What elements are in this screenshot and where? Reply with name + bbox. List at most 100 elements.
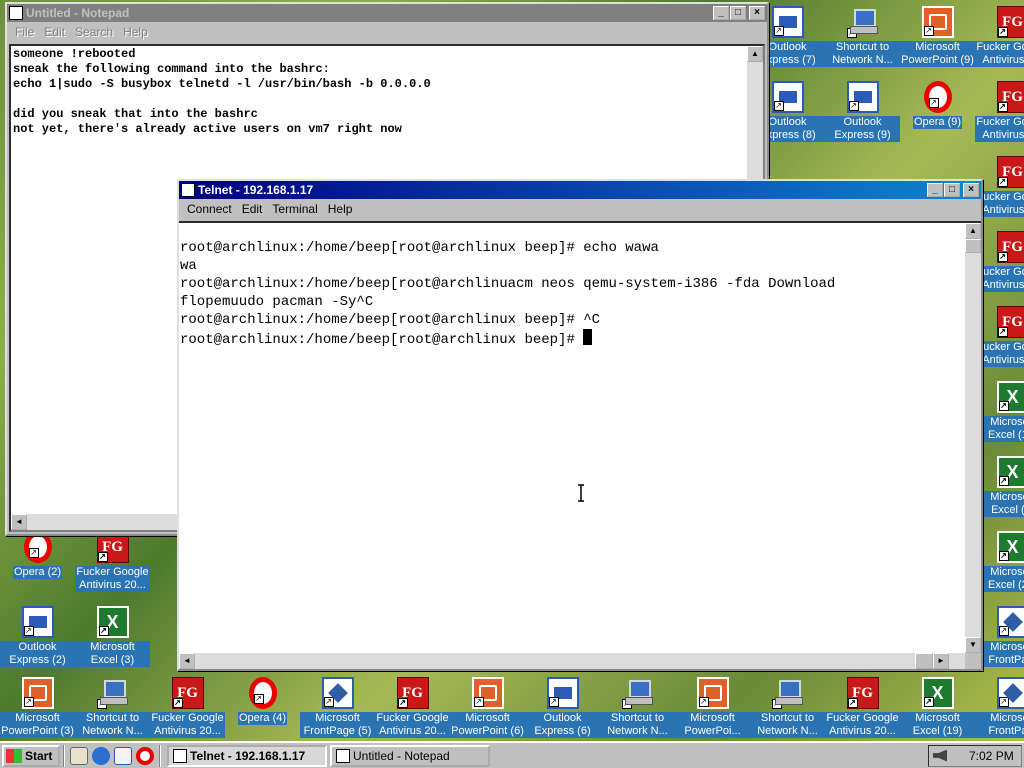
menu-search[interactable]: Search — [71, 25, 117, 39]
taskbar-button-notepad[interactable]: Untitled - Notepad — [330, 744, 490, 767]
scroll-up-icon[interactable]: ▲ — [747, 46, 763, 62]
net-icon: ↗ — [846, 6, 879, 38]
desktop-icon-net[interactable]: ↗ Shortcut to Network N... — [75, 673, 150, 748]
close-icon[interactable]: × — [963, 183, 979, 197]
shortcut-arrow-icon: ↗ — [997, 252, 1008, 262]
shortcut-arrow-icon: ↗ — [323, 697, 334, 707]
terminal-cursor — [583, 329, 593, 345]
minimize-icon[interactable]: _ — [713, 6, 729, 20]
notepad-titlebar[interactable]: Untitled - Notepad _ □ × — [7, 4, 767, 22]
taskbar-button-label: Telnet - 192.168.1.17 — [190, 748, 306, 763]
desktop-icon-label: Opera (4) — [237, 712, 288, 725]
shortcut-arrow-icon: ↗ — [998, 476, 1009, 486]
fp-icon: ↗ — [996, 677, 1024, 709]
scroll-thumb-horizontal[interactable] — [915, 653, 933, 669]
telnet-terminal-area[interactable]: root@archlinux:/home/beep[root@archlinux… — [179, 221, 981, 669]
desktop-icon-ppt[interactable]: ↗ Microsoft PowerPoint (6) — [450, 673, 525, 748]
menu-help[interactable]: Help — [324, 202, 357, 216]
telnet-window[interactable]: Telnet - 192.168.1.17 _ □ × Connect Edit… — [177, 179, 983, 671]
desktop-icon-xls[interactable]: X ↗ Microsoft Excel (19) — [900, 673, 975, 748]
desktop-icon-fg[interactable]: FG↗ Fucker Google Antivirus 2... — [975, 2, 1024, 77]
desktop-icon-ppt[interactable]: ↗ Microsoft PowerPoint (3) — [0, 673, 75, 748]
clock[interactable]: 7:02 PM — [969, 749, 1014, 763]
desktop-icon-opera[interactable]: ↗ Opera (2) — [0, 527, 75, 602]
telnet-title: Telnet - 192.168.1.17 — [198, 183, 314, 197]
outlook-express-icon[interactable] — [114, 746, 132, 765]
telnet-horizontal-scrollbar[interactable]: ◄ ► — [179, 653, 965, 669]
telnet-vertical-scrollbar[interactable]: ▲ ▼ — [965, 223, 981, 653]
volume-icon[interactable] — [933, 749, 947, 762]
telnet-titlebar[interactable]: Telnet - 192.168.1.17 _ □ × — [179, 181, 981, 199]
internet-explorer-icon[interactable] — [92, 746, 110, 765]
shortcut-arrow-icon: ↗ — [997, 27, 1008, 37]
scroll-up-icon[interactable]: ▲ — [965, 223, 981, 239]
notepad-menubar: File Edit Search Help — [7, 22, 767, 41]
fg-icon: FG ↗ — [996, 306, 1024, 338]
desktop-icon-fp[interactable]: ↗ Microsoft FrontPa... — [975, 673, 1024, 748]
maximize-icon[interactable]: □ — [730, 6, 746, 20]
minimize-icon[interactable]: _ — [927, 183, 943, 197]
telnet-terminal-output: root@archlinux:/home/beep[root@archlinux… — [179, 223, 981, 349]
taskbar-button-telnet[interactable]: Telnet - 192.168.1.17 — [167, 744, 327, 767]
close-icon[interactable]: × — [749, 6, 765, 20]
desktop-icon-net[interactable]: ↗ Shortcut to Network N... — [600, 673, 675, 748]
outlook-icon: ↗ — [771, 81, 804, 113]
xls-icon: X ↗ — [996, 381, 1024, 413]
desktop-icon-outlook[interactable]: ↗ Outlook Express (9) — [825, 77, 900, 152]
fg-icon: FG ↗ — [846, 677, 879, 709]
desktop-icon-fg[interactable]: FG↗ Fucker Google Antivirus 2... — [975, 77, 1024, 152]
scroll-left-icon[interactable]: ◄ — [179, 653, 195, 669]
desktop-icon-opera[interactable]: ↗ Opera (4) — [225, 673, 300, 748]
desktop-icon-outlook[interactable]: ↗ Outlook Express (6) — [525, 673, 600, 748]
menu-terminal[interactable]: Terminal — [268, 202, 321, 216]
ppt-icon: ↗ — [921, 6, 954, 38]
shortcut-arrow-icon: ↗ — [97, 552, 108, 562]
desktop-icon-label: Shortcut to Network N... — [750, 712, 825, 738]
desktop-icon-label: Microsoft PowerPoint (3) — [0, 712, 75, 738]
menu-edit[interactable]: Edit — [238, 202, 267, 216]
scroll-down-icon[interactable]: ▼ — [965, 637, 981, 653]
size-grip[interactable] — [965, 653, 981, 669]
scroll-right-icon[interactable]: ► — [933, 653, 949, 669]
shortcut-arrow-icon: ↗ — [923, 26, 934, 36]
desktop-icon-net[interactable]: ↗ Shortcut to Network N... — [750, 673, 825, 748]
desktop-icon-net[interactable]: ↗ Shortcut to Network N... — [825, 2, 900, 77]
desktop-icon-xls[interactable]: X ↗ Microsoft Excel (3) — [75, 602, 150, 677]
desktop-icon-fg[interactable]: FG ↗ Fucker Google Antivirus 20... — [825, 673, 900, 748]
windows-logo-icon — [6, 748, 22, 763]
desktop-icon-label: Fucker Google Antivirus 2... — [975, 41, 1024, 67]
opera-icon[interactable] — [136, 746, 154, 765]
desktop-icon-fp[interactable]: ↗ Microsoft FrontPage (5) — [300, 673, 375, 748]
scroll-thumb[interactable] — [965, 239, 981, 253]
xls-icon: X ↗ — [996, 456, 1024, 488]
fg-icon: FG ↗ — [996, 6, 1024, 38]
desktop-icon-label: Fucker Google Antivirus 20... — [375, 712, 450, 738]
show-desktop-icon[interactable] — [70, 746, 88, 765]
desktop-icon-label: Outlook Express (6) — [525, 712, 600, 738]
taskbar-separator — [159, 744, 161, 767]
menu-file[interactable]: File — [11, 25, 38, 39]
notepad-app-icon[interactable] — [9, 6, 23, 20]
fp-icon: ↗ — [321, 677, 354, 709]
menu-connect[interactable]: Connect — [183, 202, 236, 216]
desktop-icon-label: Microsoft PowerPoint (9) — [900, 41, 975, 67]
desktop-icon-fg[interactable]: FG ↗ Fucker Google Antivirus 20... — [150, 673, 225, 748]
fg-icon: FG ↗ — [996, 156, 1024, 188]
desktop-icon-ppt[interactable]: ↗ Microsoft PowerPoint (9) — [900, 2, 975, 77]
desktop-icon-ppt[interactable]: ↗ Microsoft PowerPoi... — [675, 673, 750, 748]
desktop-icon-fg[interactable]: FG ↗ Fucker Google Antivirus 20... — [375, 673, 450, 748]
desktop-icon-outlook[interactable]: ↗ Outlook Express (2) — [0, 602, 75, 677]
desktop-icon-label: Fucker Google Antivirus 2... — [975, 116, 1024, 142]
shortcut-arrow-icon: ↗ — [698, 697, 709, 707]
shortcut-arrow-icon: ↗ — [997, 102, 1008, 112]
scroll-left-icon[interactable]: ◄ — [11, 514, 27, 530]
start-button[interactable]: Start — [2, 744, 60, 767]
desktop-icon-opera[interactable]: ↗ Opera (9) — [900, 77, 975, 152]
menu-edit[interactable]: Edit — [40, 25, 69, 39]
menu-help[interactable]: Help — [119, 25, 152, 39]
desktop-icon-fg[interactable]: FG ↗ Fucker Google Antivirus 20... — [75, 527, 150, 602]
telnet-app-icon[interactable] — [181, 183, 195, 197]
taskbar: Start Telnet - 192.168.1.17 Untitled - N… — [0, 741, 1024, 768]
maximize-icon[interactable]: □ — [944, 183, 960, 197]
telnet-app-icon — [173, 748, 187, 763]
